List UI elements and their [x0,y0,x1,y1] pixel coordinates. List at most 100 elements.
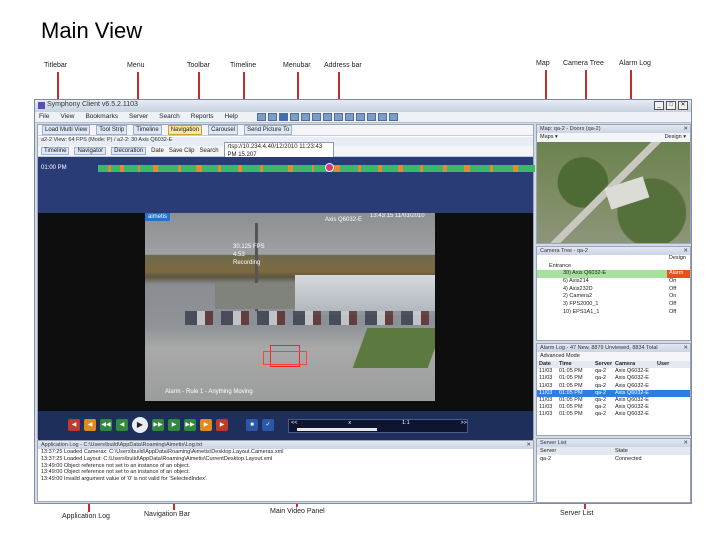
cell-time: 01:05 PM [559,389,583,396]
column-date[interactable]: Date [539,361,559,368]
search-button[interactable]: Search [200,148,219,154]
layout-13-button[interactable] [389,113,398,121]
cell-date: 11/03 [539,389,553,396]
camera-tree-design-button[interactable]: Design [669,255,686,263]
cell-date: 11/03 [539,404,553,411]
camera-tree-close-icon[interactable]: ✕ [683,247,688,255]
layout-1-button[interactable] [257,113,266,121]
menubar: File View Bookmarks Server Search Report… [35,112,691,123]
play-button[interactable]: ▶ [132,417,148,433]
nav-stop-button[interactable]: ■ [246,419,258,431]
callout-server-list: Server List [560,510,594,517]
camera-tree-item[interactable]: 10) EPS1A1_1 Off [537,309,690,317]
close-button[interactable]: ✕ [678,101,688,110]
map-close-icon[interactable]: ✕ [683,125,688,133]
table-row[interactable]: 11/03 01:05 PM qa-2 Axis Q6032-E [537,383,690,390]
timeline[interactable]: 01:00 PM [38,157,535,213]
camera-status: Off [669,308,677,315]
camera-tree-item[interactable]: 4) Axis232D Off [537,286,690,294]
table-row[interactable]: 11/03 01:05 PM qa-2 Axis Q6032-E [537,368,690,375]
menu-help[interactable]: Help [225,113,238,120]
navigator-button[interactable]: Navigator [74,147,107,155]
layout-7-button[interactable] [323,113,332,121]
layout-3-button[interactable] [279,113,288,121]
menu-reports[interactable]: Reports [191,113,214,120]
table-row[interactable]: 11/03 01:05 PM qa-2 Axis Q6032-E [537,397,690,404]
map-design-dropdown[interactable]: Design ▾ [665,133,686,142]
nav-prev-alarm-button[interactable]: ◀ [84,419,96,431]
column-time[interactable]: Time [559,361,595,368]
decoration-button[interactable]: Decoration [111,147,147,155]
layout-6-button[interactable] [312,113,321,121]
layout-12-button[interactable] [378,113,387,121]
camera-tree-item[interactable]: 30) Axis Q6032-E Alarm [537,270,690,279]
save-clip-button[interactable]: Save Clip [169,148,195,154]
column-server[interactable]: Server [540,447,615,455]
layout-9-button[interactable] [345,113,354,121]
layout-10-button[interactable] [356,113,365,121]
table-row[interactable]: 11/03 01:05 PM qa-2 Axis Q6032-E [537,375,690,382]
send-picture-button[interactable]: Send Picture To [244,125,293,135]
table-row[interactable]: 11/03 01:05 PM qa-2 Axis Q6032-E [537,411,690,418]
timeline-button[interactable]: Timeline [41,147,70,155]
toolbar: Load Multi View Tool Strip Timeline Navi… [38,125,533,136]
nav-skip-button[interactable]: ▶▶ [184,419,196,431]
column-camera[interactable]: Camera [615,361,657,368]
main-panel: Load Multi View Tool Strip Timeline Navi… [37,124,535,440]
nav-next-alarm-button[interactable]: ▶ [200,419,212,431]
server-list-close-icon[interactable]: ✕ [683,439,688,447]
table-row[interactable]: qa-2 Connected [537,455,690,463]
layout-11-button[interactable] [367,113,376,121]
layout-2-button[interactable] [268,113,277,121]
nav-rewind-fast-button[interactable]: ◀◀ [100,419,112,431]
nav-check-button[interactable]: ✓ [262,419,274,431]
nav-live-button[interactable]: ▶ [216,419,228,431]
menu-file[interactable]: File [39,113,49,120]
timeline-cursor[interactable] [325,163,334,172]
maps-dropdown[interactable]: Maps ▾ [540,134,558,140]
nav-back-button[interactable]: ◀ [68,419,80,431]
table-row[interactable]: 11/03 01:05 PM qa-2 Axis Q6032-E [537,404,690,411]
advanced-mode-button[interactable]: Advanced Mode [540,353,580,359]
nav-forward-fast-button[interactable]: ▶▶ [152,419,164,431]
nav-step-button[interactable]: ▶ [168,419,180,431]
application-log-close-icon[interactable]: ✕ [526,441,531,449]
timeline-toggle-button[interactable]: Timeline [133,125,162,135]
camera-name: 3) FPS2000_1 [563,301,599,308]
maximize-button[interactable]: □ [666,101,676,110]
menu-search[interactable]: Search [159,113,180,120]
log-line: 13:37:25 Loaded Layout: C:\Users\build\A… [41,455,273,462]
timeline-strip[interactable] [98,165,535,172]
date-button[interactable]: Date [151,148,164,154]
carousel-button[interactable]: Carousel [208,125,239,135]
load-multi-view-button[interactable]: Load Multi View [42,125,91,135]
menu-view[interactable]: View [60,113,74,120]
column-server[interactable]: Server [595,361,615,368]
layout-8-button[interactable] [334,113,343,121]
speed-slider[interactable]: << x 1:1 >> [288,419,468,433]
menu-bookmarks[interactable]: Bookmarks [85,113,118,120]
navigation-toggle-button[interactable]: Navigation [167,125,203,135]
table-row[interactable]: 11/03 01:05 PM qa-2 Axis Q6032-E [537,389,690,397]
layout-4-button[interactable] [290,113,299,121]
column-user[interactable]: User [657,361,687,368]
tool-strip-button[interactable]: Tool Strip [96,125,128,135]
log-line: 13:37:25 Loaded Camerax: C:\Users\build\… [41,449,284,455]
alarm-log-close-icon[interactable]: ✕ [683,344,688,352]
layout-5-button[interactable] [301,113,310,121]
aimetis-logo: aimetis [145,213,171,221]
map-image[interactable] [537,142,690,243]
camera-tree-item[interactable]: 2) Camera2 On [537,293,690,301]
camera-tree-item[interactable]: 3) FPS2000_1 Off [537,301,690,309]
minimize-button[interactable]: _ [654,101,664,110]
camera-tree-item[interactable]: 6) Axis214 On [537,278,690,286]
alarm-log-title: Alarm Log - 47 New, 8879 Unviewed, 8834 … [540,345,658,351]
server-list: Server List ✕ Server State qa-2 Connecte… [536,438,691,503]
menu-server[interactable]: Server [129,113,148,120]
camera-name: 2) Camera2 [563,293,593,300]
camera-tree-root[interactable]: Entrance [537,263,690,271]
quick-toolbar [257,113,398,121]
video-frame[interactable]: aimetis Axis Q6032-E 13:43:15 11/03/2010… [145,213,435,401]
nav-rewind-button[interactable]: ◀ [116,419,128,431]
column-state[interactable]: State [615,447,691,455]
